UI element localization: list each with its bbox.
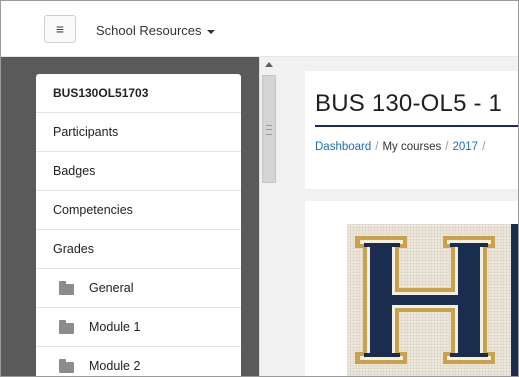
- drawer-item-course-home[interactable]: BUS130OL51703: [36, 74, 241, 113]
- drawer-item-label: Participants: [53, 125, 119, 139]
- page-title: BUS 130-OL5 - 1: [315, 90, 503, 117]
- scroll-up-arrow-icon[interactable]: [265, 62, 273, 67]
- hamburger-menu-button[interactable]: ≡: [44, 15, 76, 43]
- drawer-scrollbar[interactable]: [259, 57, 278, 376]
- school-resources-dropdown[interactable]: School Resources: [96, 23, 215, 38]
- breadcrumb-my-courses[interactable]: My courses: [382, 141, 441, 153]
- drawer-item-competencies[interactable]: Competencies: [36, 191, 241, 230]
- course-logo-image: [347, 224, 518, 376]
- drawer-list: BUS130OL51703 Participants Badges Compet…: [36, 74, 241, 376]
- main-region: BUS 130-OL5 - 1 Dashboard / My courses/201…: [278, 57, 518, 376]
- top-navbar: ≡ School Resources: [1, 1, 518, 57]
- breadcrumb-separator: /: [482, 141, 486, 153]
- page-header: BUS 130-OL5 - 1 Dashboard / My courses/201…: [305, 71, 518, 189]
- breadcrumb-dashboard[interactable]: Dashboard: [315, 141, 371, 153]
- breadcrumb-year[interactable]: 2017: [452, 141, 478, 153]
- navigation-drawer: BUS130OL51703 Participants Badges Compet…: [1, 57, 259, 376]
- drawer-item-label: BUS130OL51703: [53, 86, 149, 100]
- school-resources-label: School Resources: [96, 23, 202, 38]
- breadcrumb-separator: /: [445, 141, 449, 153]
- drawer-item-participants[interactable]: Participants: [36, 113, 241, 152]
- breadcrumb-separator: /: [375, 141, 379, 153]
- course-content: [305, 201, 518, 376]
- logo-edge-strip: [511, 224, 518, 376]
- grip-icon: [266, 125, 272, 135]
- drawer-item-label: Module 2: [89, 359, 141, 373]
- folder-icon: [59, 319, 74, 334]
- hamburger-menu-icon: ≡: [55, 21, 65, 37]
- drawer-item-badges[interactable]: Badges: [36, 152, 241, 191]
- title-underline: [315, 125, 518, 127]
- drawer-item-label: Module 1: [89, 320, 141, 334]
- browser-frame: ≡ School Resources BUS130OL51703 Partici…: [0, 0, 519, 377]
- drawer-item-module-2[interactable]: Module 2: [36, 347, 241, 376]
- drawer-item-general[interactable]: General: [36, 269, 241, 308]
- drawer-item-label: General: [89, 281, 134, 295]
- scrollbar-thumb[interactable]: [262, 75, 276, 183]
- drawer-item-label: Competencies: [53, 203, 133, 217]
- h-letter-logo-icon: [355, 236, 495, 364]
- folder-icon: [59, 280, 74, 295]
- folder-icon: [59, 358, 74, 373]
- drawer-item-module-1[interactable]: Module 1: [36, 308, 241, 347]
- caret-down-icon: [206, 29, 215, 34]
- drawer-item-label: Grades: [53, 242, 94, 256]
- drawer-item-label: Badges: [53, 164, 96, 178]
- breadcrumb: Dashboard / My courses/2017/: [315, 141, 489, 153]
- drawer-item-grades[interactable]: Grades: [36, 230, 241, 269]
